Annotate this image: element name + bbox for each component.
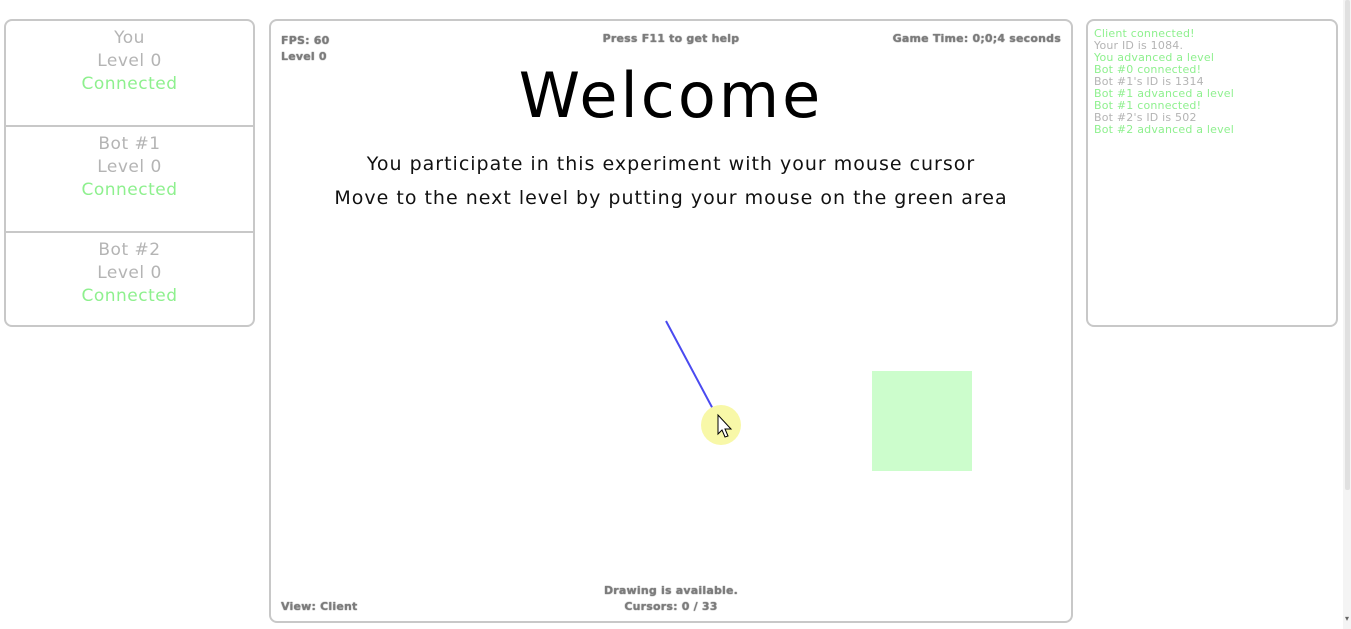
cursor-layer [665,320,741,445]
players-panel: You Level 0 Connected Bot #1 Level 0 Con… [4,19,255,327]
player-name: Bot #1 [98,134,161,154]
player-level: Level 0 [97,263,162,283]
player-card-bot-1: Bot #1 Level 0 Connected [6,127,253,233]
cursor-count: Cursors: 0 / 33 [624,600,718,613]
player-level: Level 0 [97,157,162,177]
player-status: Connected [81,286,178,306]
player-status: Connected [81,180,178,200]
player-name: Bot #2 [98,240,161,260]
scrollbar-thumb[interactable] [1345,0,1350,490]
player-card-bot-2: Bot #2 Level 0 Connected [6,233,253,339]
drawing-status: Drawing is available. [603,584,739,597]
log-line: Bot #2 advanced a level [1094,123,1235,136]
event-log-panel: Client connected! Your ID is 1084. You a… [1086,19,1338,327]
player-level: Level 0 [97,51,162,71]
player-status: Connected [81,74,178,94]
player-card-you: You Level 0 Connected [6,21,253,127]
player-name: You [114,28,145,48]
game-canvas[interactable]: FPS: 60 Level 0 Press F11 to get help Ga… [269,19,1073,623]
scroll-down-arrow-icon[interactable]: ▾ [1343,614,1351,626]
